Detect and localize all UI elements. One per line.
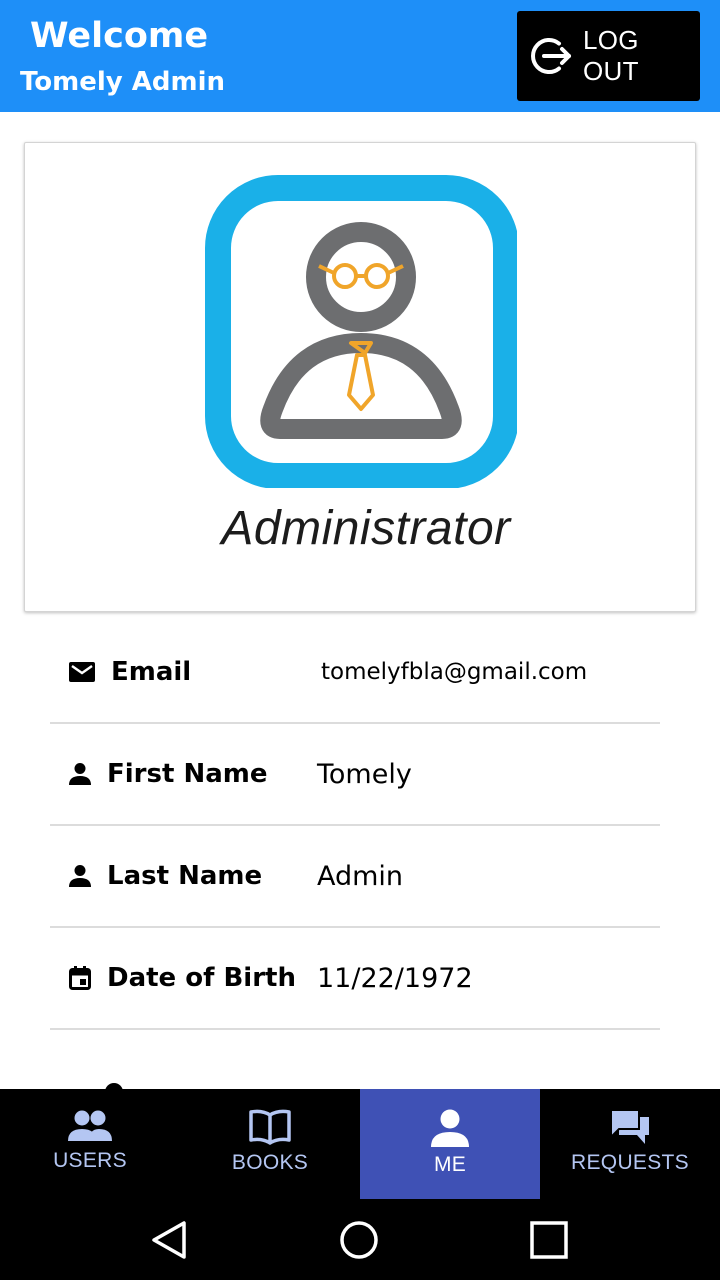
info-label: Date of Birth	[107, 963, 296, 993]
book-icon	[249, 1109, 291, 1145]
bottom-navigation: USERS BOOKS ME REQUESTS	[0, 1089, 720, 1199]
back-icon	[152, 1220, 186, 1259]
info-value: 11/22/1972	[317, 962, 473, 994]
logout-button[interactable]: LOG OUT	[517, 11, 700, 101]
recents-icon	[530, 1220, 568, 1259]
person-icon	[69, 826, 91, 926]
info-row-date-of-birth: Date of Birth 11/22/1972	[50, 928, 660, 1030]
nav-tab-requests[interactable]: REQUESTS	[540, 1089, 720, 1199]
system-navigation-bar	[0, 1199, 720, 1280]
info-label: First Name	[107, 759, 268, 789]
nav-tab-books[interactable]: BOOKS	[180, 1089, 360, 1199]
profile-image-card: Administrator	[24, 142, 696, 612]
app-header: Welcome Tomely Admin LOG OUT	[0, 0, 720, 112]
chat-bubbles-icon	[610, 1109, 649, 1144]
info-value: tomelyfbla@gmail.com	[321, 659, 588, 685]
administrator-avatar-icon	[205, 175, 517, 488]
person-icon	[69, 724, 91, 824]
logout-icon	[531, 38, 571, 74]
email-icon	[69, 622, 95, 722]
welcome-title: Welcome	[30, 16, 209, 56]
recents-button[interactable]	[530, 1199, 568, 1280]
home-button[interactable]	[339, 1199, 379, 1280]
info-label: Last Name	[107, 861, 263, 891]
nav-label: USERS	[53, 1149, 127, 1172]
calendar-icon	[69, 928, 91, 1028]
home-icon	[340, 1220, 378, 1259]
profile-role-caption: Administrator	[221, 502, 511, 555]
nav-tab-me[interactable]: ME	[360, 1089, 540, 1199]
users-icon	[68, 1110, 112, 1141]
nav-tab-users[interactable]: USERS	[0, 1089, 180, 1199]
info-value: Tomely	[317, 758, 412, 790]
info-label: Email	[111, 657, 192, 687]
info-row-first-name: First Name Tomely	[50, 724, 660, 826]
info-value: Admin	[317, 860, 404, 892]
logout-label: LOG OUT	[583, 25, 639, 86]
nav-label: BOOKS	[231, 1151, 309, 1174]
nav-label: REQUESTS	[571, 1151, 689, 1174]
person-icon	[431, 1109, 469, 1147]
user-display-name: Tomely Admin	[20, 67, 226, 97]
info-row-last-name: Last Name Admin	[50, 826, 660, 928]
nav-label: ME	[433, 1153, 467, 1176]
back-button[interactable]	[150, 1199, 188, 1280]
info-row-email: Email tomelyfbla@gmail.com	[50, 622, 660, 724]
